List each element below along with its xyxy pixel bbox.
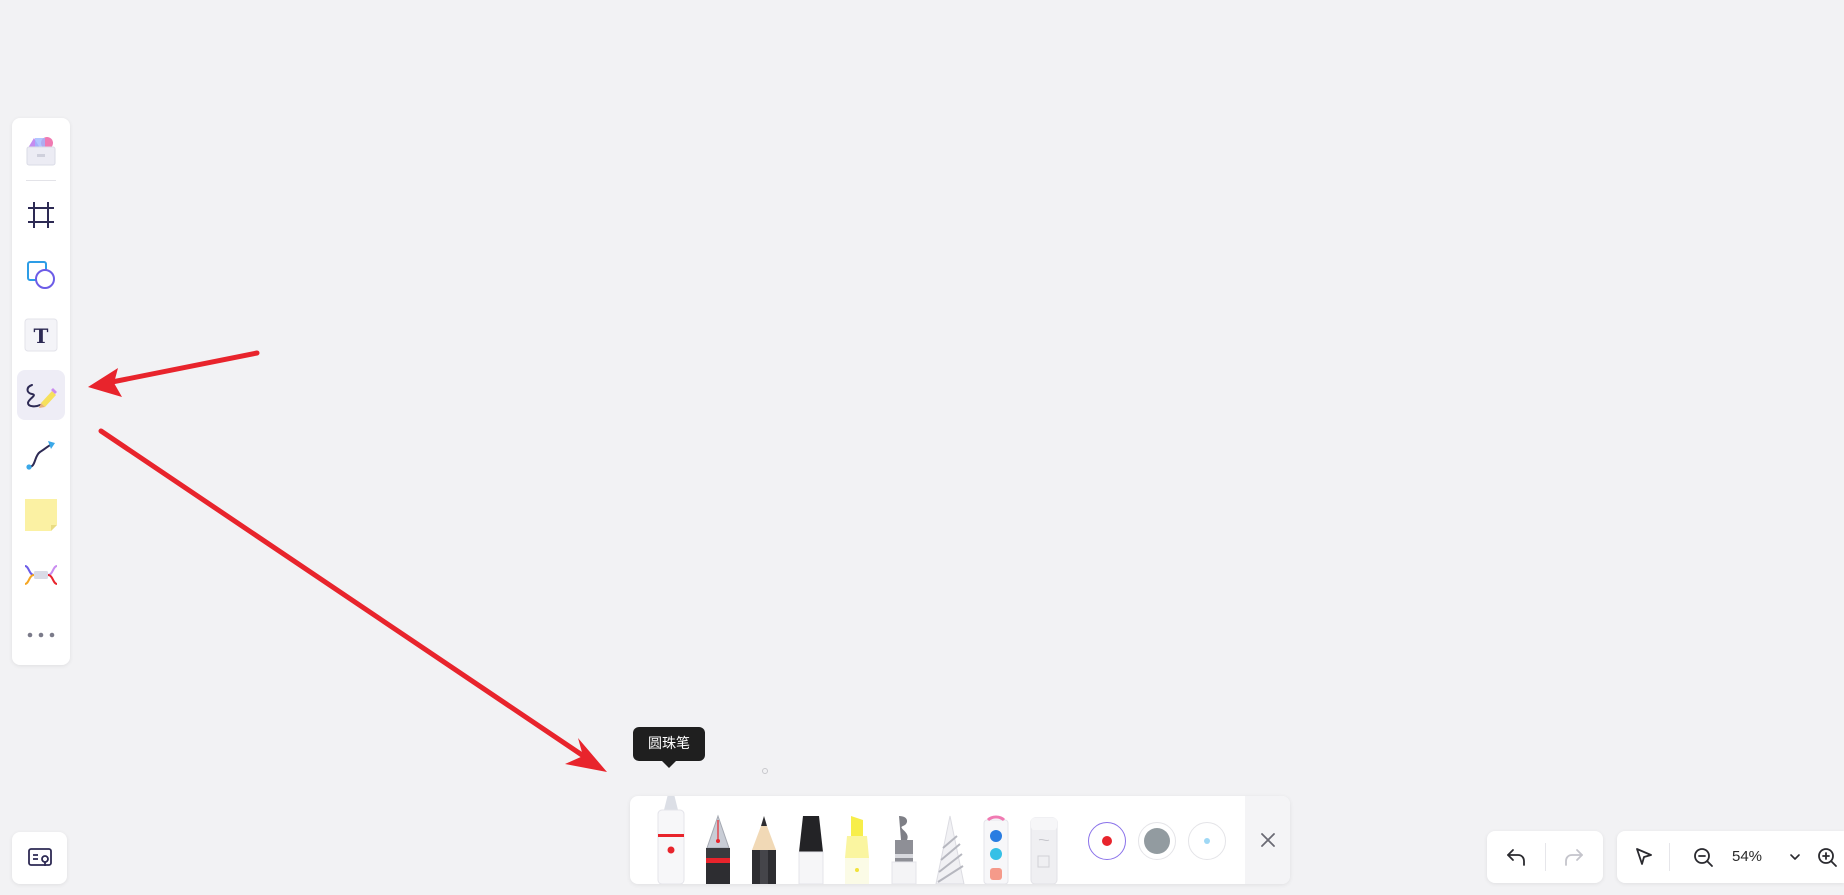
zoom-in-button[interactable] <box>1811 841 1843 873</box>
whiteboard-canvas[interactable] <box>0 0 1844 895</box>
more-icon <box>27 632 55 638</box>
color-light-blue-swatch[interactable] <box>1188 822 1226 860</box>
pencil-icon[interactable] <box>745 814 783 884</box>
mind-map-icon <box>24 565 58 585</box>
template-icon <box>26 137 56 166</box>
sticky-note-icon <box>25 499 57 531</box>
color-gray-dot <box>1144 828 1170 854</box>
toolbar-divider <box>26 180 56 181</box>
more-button[interactable] <box>17 610 65 660</box>
crayon-icon[interactable] <box>931 814 969 884</box>
pen-tooltip: 圆珠笔 <box>633 727 705 768</box>
connector-icon <box>26 441 55 470</box>
sticky-note-button[interactable] <box>17 490 65 540</box>
zoom-in-icon <box>1818 848 1837 867</box>
zoom-out-icon <box>1694 848 1713 867</box>
zoom-controls: 54% <box>1617 831 1844 883</box>
brush-icon[interactable] <box>885 814 923 884</box>
pen-icon <box>26 384 57 408</box>
history-controls <box>1487 831 1603 883</box>
mind-map-button[interactable] <box>17 550 65 600</box>
highlighter-icon[interactable] <box>838 814 876 884</box>
color-red-swatch[interactable] <box>1088 822 1126 860</box>
ballpoint-pen-icon[interactable] <box>652 796 690 884</box>
text-icon: T <box>24 318 58 352</box>
color-red-dot <box>1102 836 1112 846</box>
zoom-level-label[interactable]: 54% <box>1732 831 1762 883</box>
navigator-button[interactable] <box>12 832 67 884</box>
undo-button[interactable] <box>1500 841 1532 873</box>
left-toolbar: T <box>12 118 70 665</box>
color-light-blue-dot <box>1204 838 1210 844</box>
frame-button[interactable] <box>17 190 65 240</box>
svg-text:T: T <box>34 324 49 348</box>
redo-button[interactable] <box>1558 841 1590 873</box>
frame-icon <box>28 202 54 228</box>
color-gray-swatch[interactable] <box>1138 822 1176 860</box>
close-pen-toolbar-button[interactable] <box>1245 796 1290 884</box>
templates-button[interactable] <box>17 126 65 176</box>
minimap-icon <box>27 848 52 866</box>
zoom-dropdown-button[interactable] <box>1779 841 1811 873</box>
pen-button[interactable] <box>17 370 65 420</box>
shape-icon <box>27 261 55 289</box>
select-tool-button[interactable] <box>1628 841 1660 873</box>
pen-toolbar <box>630 796 1290 884</box>
undo-icon <box>1507 849 1525 866</box>
history-divider <box>1545 843 1546 871</box>
cursor-icon <box>1636 848 1652 865</box>
shape-button[interactable] <box>17 250 65 300</box>
zoom-divider <box>1669 843 1670 871</box>
redo-icon <box>1565 849 1583 866</box>
connector-button[interactable] <box>17 430 65 480</box>
text-button[interactable]: T <box>17 310 65 360</box>
zoom-out-button[interactable] <box>1687 841 1719 873</box>
chevron-down-icon <box>1790 854 1800 860</box>
fountain-pen-icon[interactable] <box>699 814 737 884</box>
marker-icon[interactable] <box>792 814 830 884</box>
close-icon <box>1260 833 1275 847</box>
eraser-icon[interactable] <box>1024 814 1062 884</box>
watercolor-icon[interactable] <box>977 814 1015 884</box>
